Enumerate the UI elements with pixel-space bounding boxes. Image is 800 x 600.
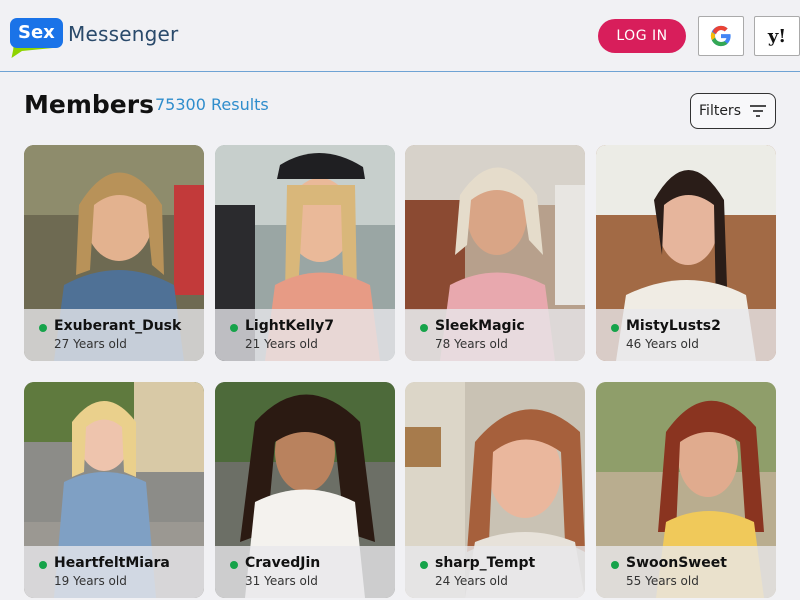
member-name: SleekMagic bbox=[435, 318, 525, 334]
online-status-icon bbox=[420, 561, 428, 569]
header: Sex Messenger LOG IN y! bbox=[0, 0, 800, 72]
member-caption: SleekMagic 78 Years old bbox=[405, 309, 585, 361]
member-name: sharp_Tempt bbox=[435, 555, 536, 571]
member-age: 19 Years old bbox=[54, 574, 127, 588]
member-card[interactable]: HeartfeltMiara 19 Years old bbox=[24, 382, 204, 598]
member-card[interactable]: sharp_Tempt 24 Years old bbox=[405, 382, 585, 598]
filters-button[interactable]: Filters bbox=[690, 93, 776, 129]
results-count: 75300 Results bbox=[155, 95, 269, 114]
member-caption: SwoonSweet 55 Years old bbox=[596, 546, 776, 598]
member-age: 21 Years old bbox=[245, 337, 318, 351]
member-caption: HeartfeltMiara 19 Years old bbox=[24, 546, 204, 598]
member-name: MistyLusts2 bbox=[626, 318, 721, 334]
filters-label: Filters bbox=[699, 103, 741, 119]
member-name: HeartfeltMiara bbox=[54, 555, 170, 571]
member-card[interactable]: LightKelly7 21 Years old bbox=[215, 145, 395, 361]
member-name: Exuberant_Dusk bbox=[54, 318, 182, 334]
online-status-icon bbox=[611, 324, 619, 332]
member-caption: sharp_Tempt 24 Years old bbox=[405, 546, 585, 598]
member-card[interactable]: Exuberant_Dusk 27 Years old bbox=[24, 145, 204, 361]
member-caption: MistyLusts2 46 Years old bbox=[596, 309, 776, 361]
member-age: 55 Years old bbox=[626, 574, 699, 588]
member-age: 78 Years old bbox=[435, 337, 508, 351]
logo-badge: Sex bbox=[10, 18, 63, 48]
member-age: 46 Years old bbox=[626, 337, 699, 351]
member-name: CravedJin bbox=[245, 555, 321, 571]
member-caption: LightKelly7 21 Years old bbox=[215, 309, 395, 361]
online-status-icon bbox=[39, 561, 47, 569]
yahoo-login-button[interactable]: y! bbox=[754, 16, 800, 56]
member-caption: Exuberant_Dusk 27 Years old bbox=[24, 309, 204, 361]
online-status-icon bbox=[611, 561, 619, 569]
yahoo-icon: y! bbox=[767, 25, 787, 47]
member-age: 27 Years old bbox=[54, 337, 127, 351]
online-status-icon bbox=[39, 324, 47, 332]
online-status-icon bbox=[420, 324, 428, 332]
member-card[interactable]: CravedJin 31 Years old bbox=[215, 382, 395, 598]
filter-lines-icon bbox=[749, 105, 766, 117]
login-button[interactable]: LOG IN bbox=[598, 19, 686, 53]
online-status-icon bbox=[230, 561, 238, 569]
member-caption: CravedJin 31 Years old bbox=[215, 546, 395, 598]
member-card[interactable]: MistyLusts2 46 Years old bbox=[596, 145, 776, 361]
member-card[interactable]: SwoonSweet 55 Years old bbox=[596, 382, 776, 598]
member-name: LightKelly7 bbox=[245, 318, 334, 334]
member-card[interactable]: SleekMagic 78 Years old bbox=[405, 145, 585, 361]
google-icon bbox=[710, 25, 731, 47]
online-status-icon bbox=[230, 324, 238, 332]
google-login-button[interactable] bbox=[698, 16, 744, 56]
member-age: 31 Years old bbox=[245, 574, 318, 588]
member-name: SwoonSweet bbox=[626, 555, 727, 571]
page-title: Members bbox=[24, 90, 154, 119]
logo[interactable]: Sex Messenger bbox=[4, 14, 204, 60]
member-age: 24 Years old bbox=[435, 574, 508, 588]
logo-text: Messenger bbox=[68, 22, 179, 46]
